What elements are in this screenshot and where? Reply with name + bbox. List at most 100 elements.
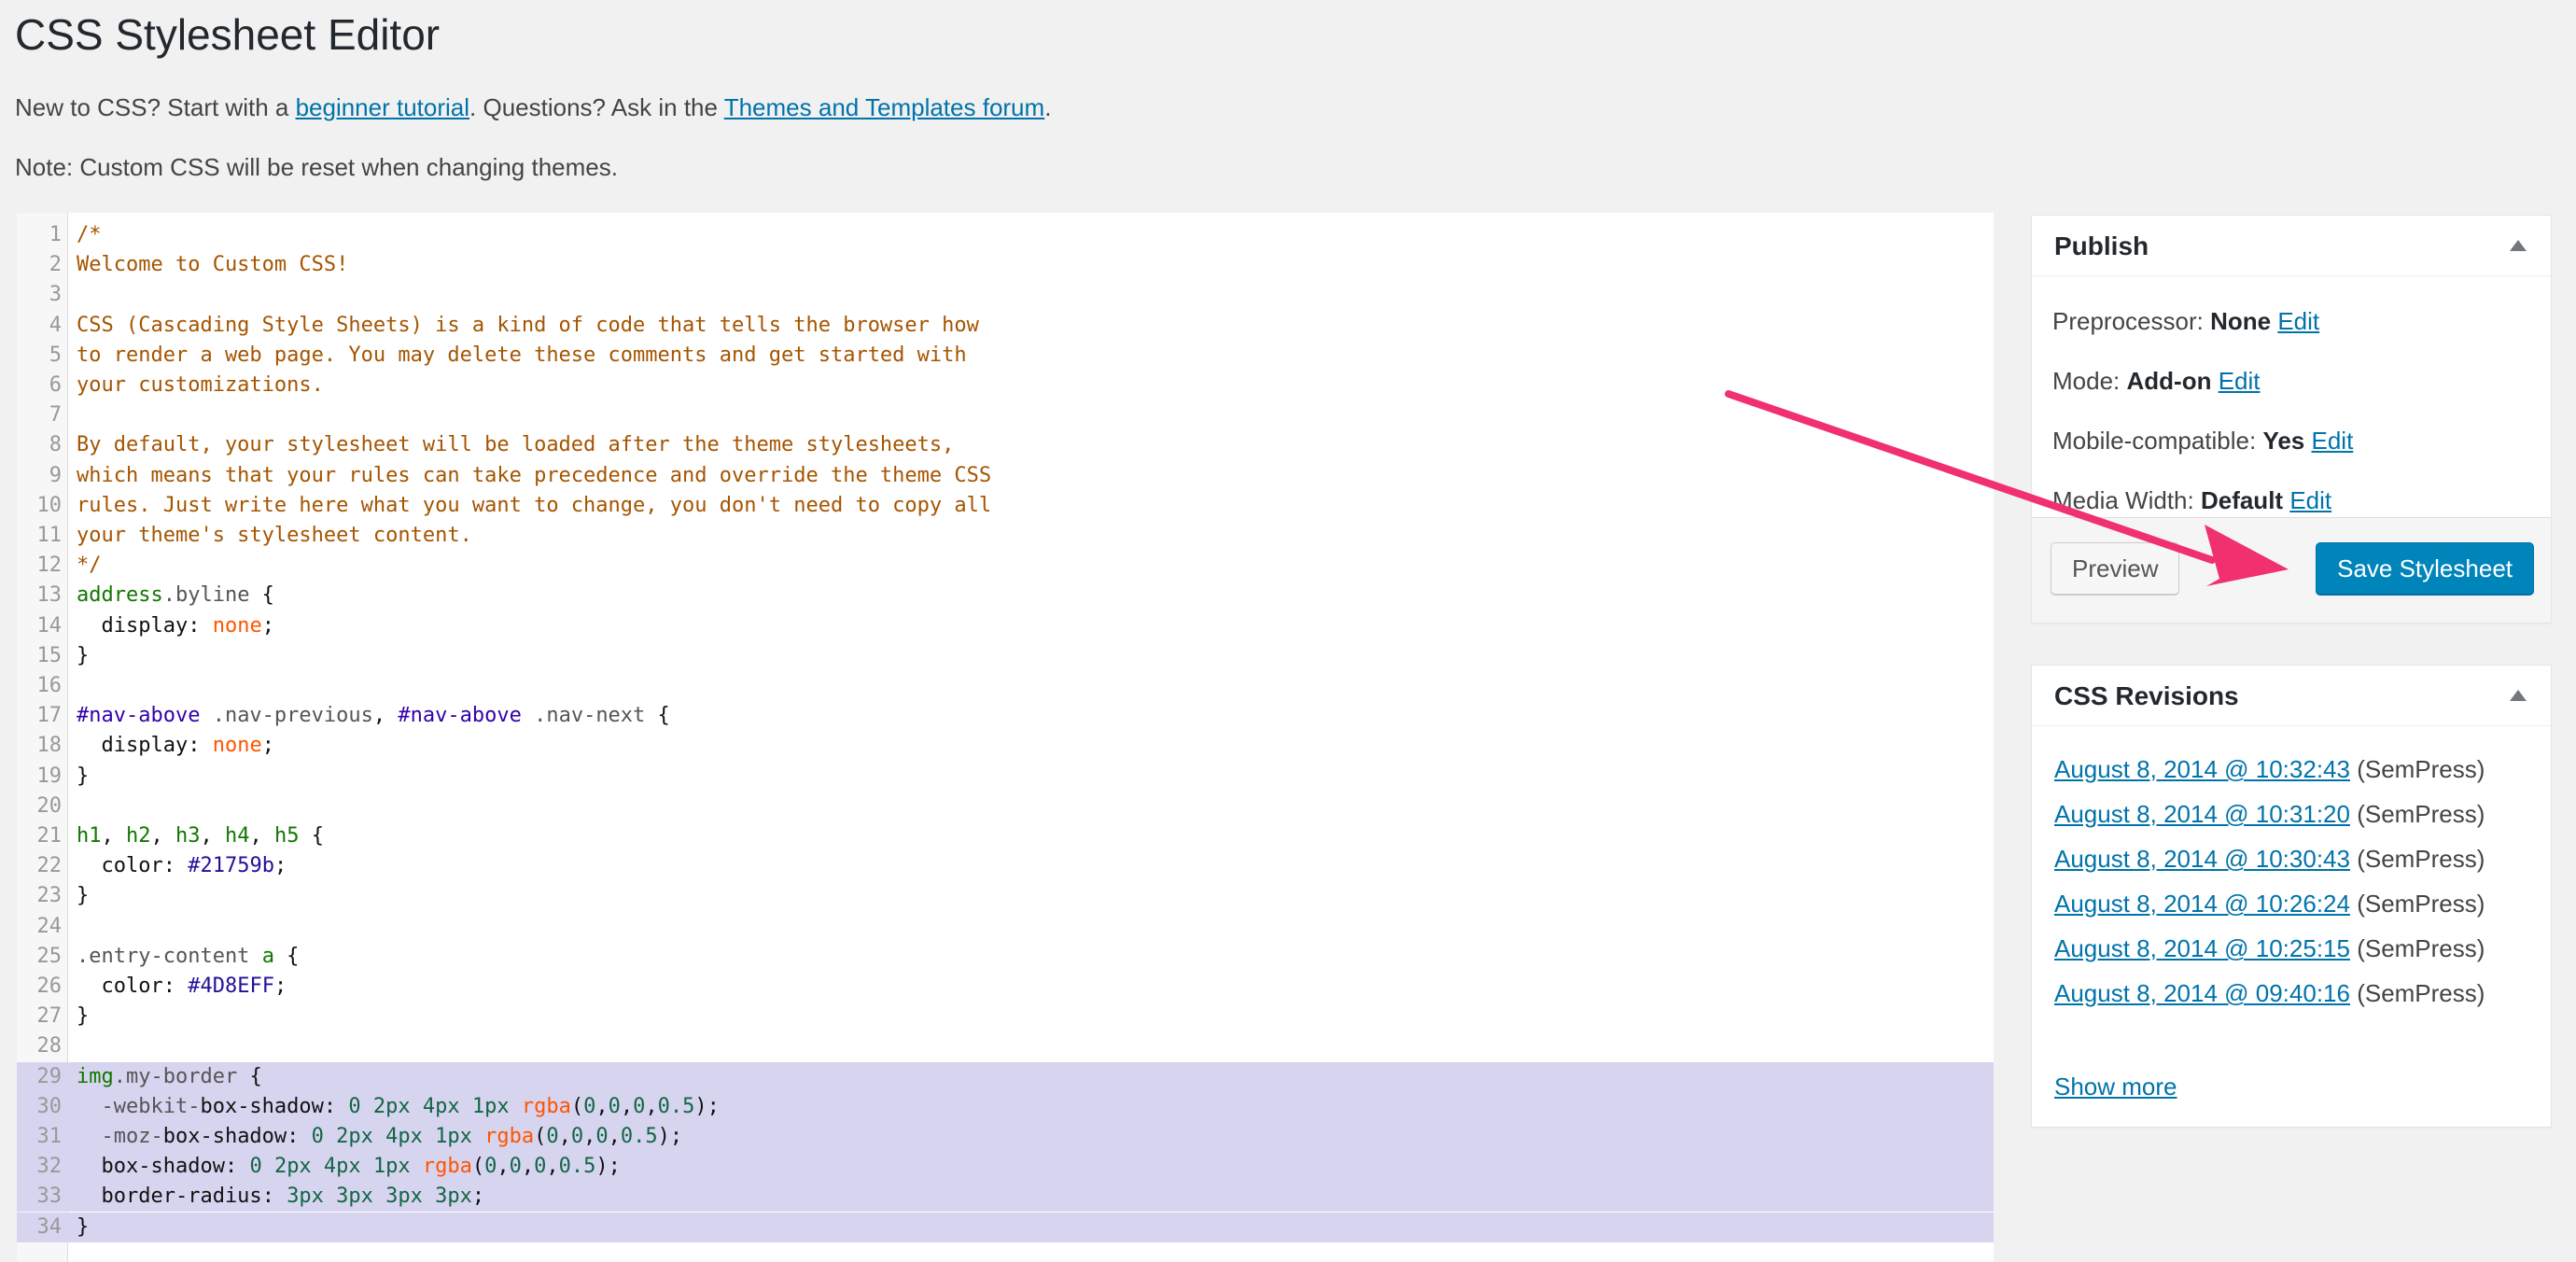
code-line[interactable]: 33 border-radius: 3px 3px 3px 3px; [17, 1182, 1994, 1213]
line-number: 12 [36, 554, 63, 578]
revisions-box-header[interactable]: CSS Revisions [2032, 666, 2551, 726]
line-number: 27 [36, 1004, 63, 1029]
code-text: to render a web page. You may delete the… [77, 341, 967, 371]
line-number: 32 [36, 1155, 63, 1179]
code-token: Welcome to Custom CSS! [77, 253, 349, 277]
code-token: display [77, 734, 189, 758]
preview-button[interactable]: Preview [2051, 542, 2180, 595]
revision-item: August 8, 2014 @ 09:40:16 (SemPress) [2054, 979, 2485, 1008]
code-line[interactable]: 29 img.my-border { [17, 1061, 1994, 1092]
code-text: -webkit-box-shadow: 0 2px 4px 1px rgba(0… [77, 1092, 719, 1122]
code-line[interactable]: 20 [17, 792, 1994, 821]
collapse-arrow-icon[interactable] [2510, 240, 2527, 251]
code-token: .nav-next [521, 704, 646, 728]
code-text: /* [77, 220, 102, 250]
code-line[interactable]: 26 color: #4D8EFF; [17, 972, 1994, 1002]
code-line[interactable]: 5 to render a web page. You may delete th… [17, 341, 1994, 371]
code-text: display: none; [77, 611, 273, 641]
revision-link[interactable]: August 8, 2014 @ 10:25:15 [2054, 934, 2350, 962]
code-line[interactable]: 19} [17, 762, 1994, 792]
code-line[interactable]: 15} [17, 641, 1994, 671]
line-number: 28 [36, 1034, 63, 1059]
intro-middle: . Questions? Ask in the [469, 93, 724, 121]
edit-mode-link[interactable]: Edit [2219, 367, 2261, 395]
code-token: ; [273, 975, 287, 998]
line-number: 21 [36, 824, 63, 848]
line-number: 15 [36, 643, 63, 667]
code-token: address [77, 583, 163, 608]
code-token: border-radius [77, 1185, 262, 1209]
code-line[interactable]: 3 [17, 280, 1994, 310]
revision-link[interactable]: August 8, 2014 @ 09:40:16 [2054, 979, 2350, 1007]
code-token: ( [471, 1155, 485, 1179]
code-line[interactable]: 18 display: none; [17, 731, 1994, 761]
revision-link[interactable]: August 8, 2014 @ 10:32:43 [2054, 755, 2350, 783]
revision-link[interactable]: August 8, 2014 @ 10:30:43 [2054, 845, 2350, 873]
code-token: rgba [521, 1094, 571, 1118]
code-line[interactable]: 31 -moz-box-shadow: 0 2px 4px 1px rgba(0… [17, 1122, 1994, 1152]
revision-item: August 8, 2014 @ 10:25:15 (SemPress) [2054, 934, 2485, 963]
code-line[interactable]: 2 Welcome to Custom CSS! [17, 250, 1994, 280]
code-line[interactable]: 32 box-shadow: 0 2px 4px 1px rgba(0,0,0,… [17, 1152, 1994, 1183]
code-token: 0 [484, 1155, 497, 1179]
code-token: , [546, 1155, 559, 1179]
code-token: h5 [274, 824, 300, 848]
code-token: } [77, 1004, 90, 1029]
edit-media-width-link[interactable]: Edit [2289, 486, 2331, 514]
code-line[interactable]: 6 your customizations. [17, 371, 1994, 400]
line-number: 30 [36, 1094, 63, 1118]
code-token: : [224, 1155, 250, 1179]
collapse-arrow-icon[interactable] [2510, 690, 2527, 701]
code-line[interactable]: 7 [17, 400, 1994, 430]
code-line[interactable]: 14 display: none; [17, 611, 1994, 641]
mobile-compatible-value: Yes [2262, 427, 2305, 455]
show-more-link[interactable]: Show more [2054, 1073, 2177, 1101]
mode-label: Mode: [2052, 367, 2127, 395]
code-line[interactable]: 34} [17, 1212, 1994, 1242]
line-number: 22 [36, 854, 63, 878]
code-line[interactable]: 27} [17, 1002, 1994, 1031]
revision-link[interactable]: August 8, 2014 @ 10:26:24 [2054, 890, 2350, 918]
code-token: rgba [422, 1155, 472, 1179]
code-line[interactable]: 12 */ [17, 551, 1994, 581]
revision-link[interactable]: August 8, 2014 @ 10:31:20 [2054, 800, 2350, 828]
save-stylesheet-button[interactable]: Save Stylesheet [2316, 542, 2534, 595]
code-token: display [77, 613, 189, 638]
code-line[interactable]: 4 CSS (Cascading Style Sheets) is a kind … [17, 311, 1994, 341]
code-token: img [77, 1064, 114, 1088]
code-token: , [200, 824, 225, 848]
code-line[interactable]: 22 color: #21759b; [17, 851, 1994, 881]
code-line[interactable]: 17 #nav-above .nav-previous, #nav-above .… [17, 701, 1994, 731]
code-line[interactable]: 11 your theme's stylesheet content. [17, 521, 1994, 551]
revision-item: August 8, 2014 @ 10:32:43 (SemPress) [2054, 755, 2485, 784]
mode-row: Mode: Add-on Edit [2052, 367, 2261, 396]
code-line[interactable]: 21 h1, h2, h3, h4, h5 { [17, 821, 1994, 851]
code-line[interactable]: 28 [17, 1031, 1994, 1061]
css-code-editor[interactable]: 1/* 2 Welcome to Custom CSS! 3 4 CSS (Cascadi… [17, 213, 1994, 1262]
code-line[interactable]: 10 rules. Just write here what you want t… [17, 491, 1994, 521]
code-line[interactable]: 25 .entry-content a { [17, 942, 1994, 972]
code-token: ( [570, 1094, 584, 1118]
edit-preprocessor-link[interactable]: Edit [2277, 307, 2319, 335]
code-line[interactable]: 30 -webkit-box-shadow: 0 2px 4px 1px rgb… [17, 1091, 1994, 1122]
code-token: , [595, 1094, 609, 1118]
edit-mobile-compatible-link[interactable]: Edit [2312, 427, 2354, 455]
code-line[interactable]: 8 By default, your stylesheet will be loa… [17, 430, 1994, 460]
beginner-tutorial-link[interactable]: beginner tutorial [296, 93, 469, 121]
themes-forum-link[interactable]: Themes and Templates forum [724, 93, 1044, 121]
code-line[interactable]: 1 /* [17, 220, 1994, 250]
intro-text: New to CSS? Start with a beginner tutori… [15, 93, 1051, 122]
code-token: box-shadow [162, 1125, 287, 1148]
css-revisions-box: CSS Revisions August 8, 2014 @ 10:32:43 … [2031, 665, 2552, 1128]
code-line[interactable]: 16 [17, 671, 1994, 701]
code-line[interactable]: 24 [17, 912, 1994, 942]
code-line[interactable]: 9 which means that your rules can take pr… [17, 461, 1994, 491]
publish-actions: Preview Save Stylesheet [2032, 517, 2551, 623]
code-text: } [77, 1002, 89, 1031]
publish-box-header[interactable]: Publish [2032, 216, 2551, 276]
mobile-compatible-row: Mobile-compatible: Yes Edit [2052, 427, 2353, 456]
code-line[interactable]: 23} [17, 881, 1994, 911]
line-number: 24 [36, 914, 63, 938]
code-line[interactable]: 13 address.byline { [17, 581, 1994, 610]
